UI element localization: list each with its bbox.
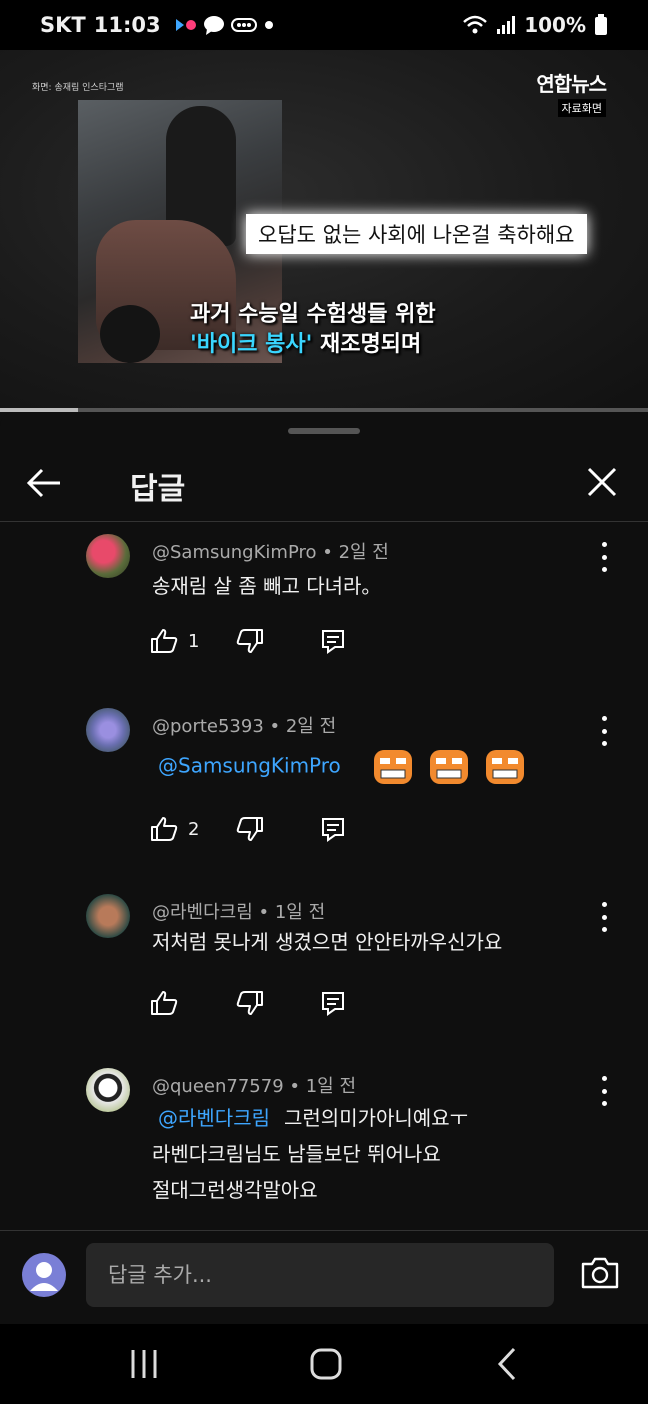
video-credit: 화면: 송재림 인스타그램 bbox=[32, 83, 124, 93]
comment-text-line3: 절대그런생각말아요 bbox=[152, 1178, 318, 1202]
comment-text: 송재림 살 좀 빼고 다녀라。 bbox=[152, 574, 382, 598]
comment-mention[interactable]: @라벤다크림 bbox=[158, 1106, 270, 1130]
clock: 11:03 bbox=[93, 13, 161, 37]
reply-button[interactable] bbox=[320, 628, 346, 654]
comment-reply-icon bbox=[322, 630, 344, 654]
comment-item: @queen77579 • 1일 전 @라벤다크림 그런의미가아니예요ㅜ 라벤다크… bbox=[0, 1068, 648, 1228]
thumbs-up-icon bbox=[151, 991, 178, 1015]
video-caption-line2: 재조명되며 bbox=[312, 332, 422, 357]
home-button[interactable] bbox=[306, 1346, 346, 1382]
comment-text-line2: 라벤다크림님도 남들보단 뛰어나요 bbox=[152, 1142, 441, 1166]
signal-icon bbox=[497, 16, 516, 34]
news-logo-sub: 자료화면 bbox=[557, 99, 606, 117]
comment-author-meta[interactable]: @SamsungKimPro • 2일 전 bbox=[152, 538, 389, 564]
comment-item: @라벤다크림 • 1일 전 저처럼 못나게 생겼으면 안안타까우신가요 bbox=[0, 894, 648, 1024]
battery-icon bbox=[595, 14, 607, 35]
comment-more-button[interactable] bbox=[592, 902, 616, 932]
recent-apps-button[interactable] bbox=[126, 1346, 166, 1382]
play-notification-icon bbox=[175, 19, 196, 31]
like-count: 1 bbox=[188, 630, 200, 652]
angry-face-emoji-icon bbox=[429, 750, 468, 784]
thumbs-down-icon bbox=[236, 817, 263, 841]
comment-actions bbox=[150, 990, 346, 1016]
dislike-button[interactable] bbox=[236, 816, 264, 842]
reply-input-bar bbox=[0, 1230, 648, 1324]
dislike-button[interactable] bbox=[236, 628, 264, 654]
avatar[interactable] bbox=[86, 894, 130, 938]
nav-back-button[interactable] bbox=[488, 1346, 528, 1382]
carrier-label: SKT bbox=[40, 13, 86, 37]
system-nav-bar bbox=[0, 1324, 648, 1404]
comment-actions: 2 bbox=[150, 816, 346, 842]
camera-button[interactable] bbox=[580, 1255, 622, 1295]
recent-apps-icon bbox=[131, 1350, 157, 1378]
comment-text: @라벤다크림 그런의미가아니예요ㅜ 라벤다크림님도 남들보단 뛰어나요 절대그런생… bbox=[152, 1100, 468, 1208]
comment-reply-icon bbox=[322, 992, 344, 1016]
video-caption-main: 과거 수능일 수험생들 위한 '바이크 봉사' 재조명되며 bbox=[190, 300, 436, 360]
comment-mention[interactable]: @SamsungKimPro bbox=[158, 754, 341, 778]
news-logo: 연합뉴스 자료화면 bbox=[536, 68, 607, 117]
thumbs-up-icon bbox=[151, 817, 178, 841]
avatar[interactable] bbox=[86, 534, 130, 578]
video-caption-highlight: '바이크 봉사' bbox=[190, 332, 313, 357]
like-count: 2 bbox=[188, 818, 200, 840]
replies-sheet: 답글 @SamsungKimPro • 2일 전 송재림 살 좀 빼고 다녀라。… bbox=[0, 412, 648, 1324]
comment-actions: 1 bbox=[150, 628, 346, 654]
close-icon bbox=[587, 467, 617, 497]
reply-button[interactable] bbox=[320, 816, 346, 842]
status-bar: SKT 11:03 100% bbox=[0, 0, 648, 50]
comment-item: @porte5393 • 2일 전 @SamsungKimPro 2 bbox=[0, 708, 648, 848]
avatar[interactable] bbox=[86, 1068, 130, 1112]
talk-notification-icon bbox=[230, 18, 257, 32]
sheet-title: 답글 bbox=[130, 472, 186, 507]
home-icon bbox=[310, 1348, 342, 1380]
like-button[interactable]: 2 bbox=[150, 816, 236, 842]
arrow-left-icon bbox=[26, 468, 60, 498]
comment-more-button[interactable] bbox=[592, 716, 616, 746]
comment-more-button[interactable] bbox=[592, 1076, 616, 1106]
comment-text: @SamsungKimPro bbox=[158, 746, 526, 788]
sheet-header: 답글 bbox=[0, 450, 648, 522]
like-button[interactable]: 1 bbox=[150, 628, 236, 654]
chat-notification-icon bbox=[203, 16, 224, 35]
angry-face-emoji-icon bbox=[373, 750, 412, 784]
video-player[interactable]: 화면: 송재림 인스타그램 연합뉴스 자료화면 오답도 없는 사회에 나온걸 축… bbox=[0, 50, 648, 410]
battery-percent: 100% bbox=[524, 13, 586, 37]
thumbs-down-icon bbox=[236, 629, 263, 653]
reply-input[interactable] bbox=[86, 1243, 554, 1307]
dot-indicator-icon bbox=[264, 21, 273, 29]
thumbs-down-icon bbox=[236, 991, 263, 1015]
comment-author-meta[interactable]: @라벤다크림 • 1일 전 bbox=[152, 898, 325, 924]
video-caption-top: 오답도 없는 사회에 나온걸 축하해요 bbox=[246, 214, 587, 254]
avatar[interactable] bbox=[86, 708, 130, 752]
news-logo-brand: 연합뉴스 bbox=[536, 72, 607, 96]
sheet-drag-handle[interactable] bbox=[288, 428, 360, 434]
chevron-left-icon bbox=[497, 1347, 516, 1381]
close-button[interactable] bbox=[582, 462, 622, 502]
thumbs-up-icon bbox=[151, 629, 178, 653]
wifi-icon bbox=[463, 15, 488, 34]
angry-face-emoji-icon bbox=[486, 750, 525, 784]
like-button[interactable] bbox=[150, 990, 236, 1016]
comment-text-line1: 그런의미가아니예요ㅜ bbox=[284, 1106, 468, 1130]
comment-item: @SamsungKimPro • 2일 전 송재림 살 좀 빼고 다녀라。 1 bbox=[0, 534, 648, 664]
back-button[interactable] bbox=[24, 462, 66, 504]
comment-author-meta[interactable]: @porte5393 • 2일 전 bbox=[152, 712, 336, 738]
comment-author-meta[interactable]: @queen77579 • 1일 전 bbox=[152, 1072, 356, 1098]
user-avatar-icon[interactable] bbox=[22, 1253, 66, 1297]
comment-text: 저처럼 못나게 생겼으면 안안타까우신가요 bbox=[152, 930, 503, 954]
comment-reply-icon bbox=[322, 818, 344, 842]
dislike-button[interactable] bbox=[236, 990, 264, 1016]
video-caption-line1: 과거 수능일 수험생들 위한 bbox=[190, 302, 436, 327]
comment-more-button[interactable] bbox=[592, 542, 616, 572]
camera-icon bbox=[581, 1257, 619, 1289]
reply-button[interactable] bbox=[320, 990, 346, 1016]
